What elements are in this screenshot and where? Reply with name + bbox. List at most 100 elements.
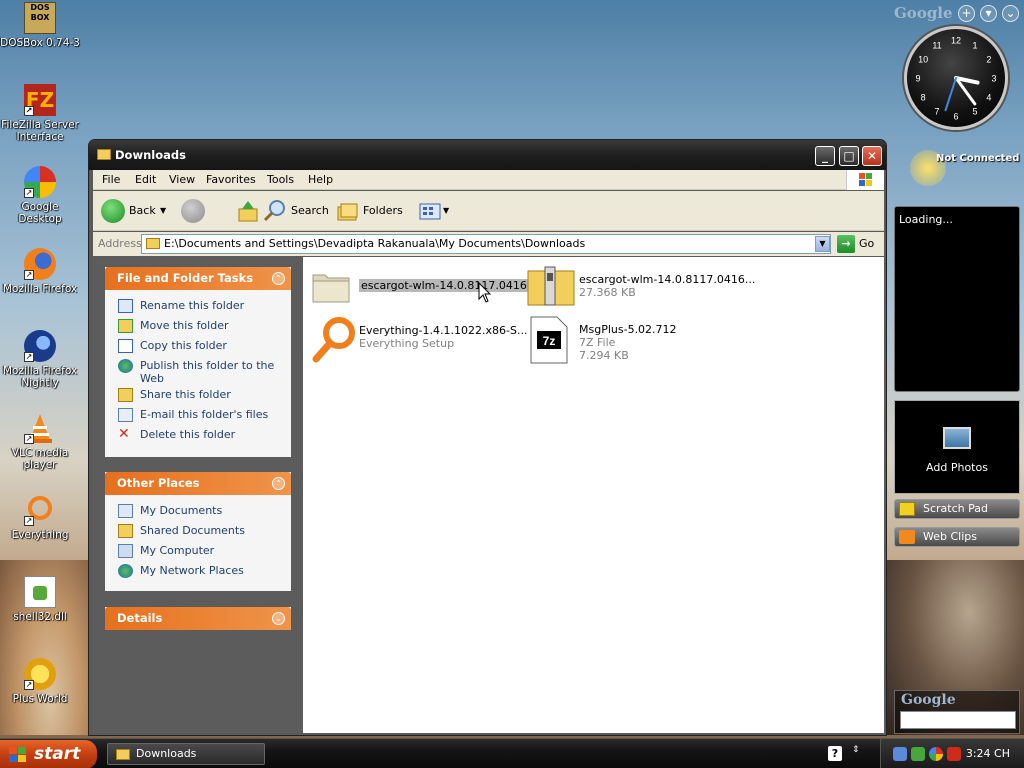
title-bar[interactable]: Downloads _ □ ✕ [89, 140, 886, 170]
minimize-button[interactable]: _ [815, 146, 835, 166]
collapse-chevron-icon[interactable]: ⌃ [272, 272, 285, 285]
computer-icon [118, 544, 133, 558]
menu-tools[interactable]: Tools [267, 173, 294, 186]
desktop-icon-plus-world[interactable]: ↗ Plus World [0, 658, 80, 705]
views-dropdown-icon[interactable]: ▼ [443, 199, 449, 223]
address-bar: Address E:\Documents and Settings\Devadi… [93, 232, 884, 256]
maximize-button[interactable]: □ [839, 146, 859, 166]
copy-icon [118, 339, 133, 353]
clock-numeral: 11 [932, 41, 941, 51]
desktop-icon-firefox[interactable]: ↗ Mozilla Firefox [0, 248, 80, 295]
security-shield-tray-icon[interactable] [947, 747, 961, 761]
globe-icon [118, 359, 133, 373]
up-folder-icon[interactable] [237, 199, 259, 223]
place-my-documents[interactable]: My Documents [117, 501, 291, 521]
file-folder-tasks-header[interactable]: File and Folder Tasks ⌃ [105, 267, 291, 290]
address-label: Address [98, 237, 142, 250]
google-desktop-tray-icon[interactable] [929, 747, 943, 761]
task-pane: File and Folder Tasks ⌃ Rename this fold… [93, 257, 303, 733]
address-path: E:\Documents and Settings\Devadipta Raka… [164, 237, 586, 250]
toolbar: Back ▼ Search Folders ▼ [93, 191, 884, 231]
folder-icon [116, 749, 130, 760]
desktop-icon-filezilla[interactable]: FZ ↗ FileZilla Server Interface [0, 84, 80, 143]
folders-icon[interactable] [337, 199, 359, 223]
collapse-chevron-icon[interactable]: ⌃ [272, 477, 285, 490]
web-clips-button[interactable]: Web Clips [894, 527, 1020, 547]
move-icon [118, 319, 133, 333]
safely-remove-tray-icon[interactable] [911, 747, 925, 761]
place-my-computer[interactable]: My Computer [117, 541, 291, 561]
file-name: escargot-wlm-14.0.8117.0416... [359, 279, 540, 292]
menu-edit[interactable]: Edit [135, 173, 156, 186]
sidebar-menu-button[interactable]: ▾ [980, 5, 997, 22]
task-email-files[interactable]: E-mail this folder's files [117, 405, 291, 425]
add-gadget-button[interactable]: + [958, 5, 975, 22]
desktop-icon-everything[interactable]: ↗ Everything [0, 494, 80, 541]
go-button[interactable]: → Go [837, 235, 874, 253]
task-copy-folder[interactable]: Copy this folder [117, 336, 291, 356]
forward-arrow-icon[interactable] [181, 199, 205, 223]
search-button[interactable]: Search [291, 199, 329, 223]
mouse-cursor-icon [478, 282, 492, 303]
clock-numeral: 7 [934, 106, 939, 116]
back-dropdown-icon[interactable]: ▼ [160, 199, 166, 223]
back-button[interactable]: Back [129, 199, 156, 223]
tray-expand-icon[interactable]: ⇕ [852, 745, 860, 755]
expand-chevron-icon[interactable]: ⌄ [272, 612, 285, 625]
file-type: 7Z File [579, 336, 616, 349]
menu-view[interactable]: View [169, 173, 195, 186]
views-icon[interactable] [419, 199, 441, 223]
place-my-network[interactable]: My Network Places [117, 561, 291, 581]
address-input[interactable]: E:\Documents and Settings\Devadipta Raka… [141, 234, 831, 254]
back-arrow-icon[interactable] [101, 199, 125, 223]
desktop-icon-shell32[interactable]: shell32.dll [0, 576, 80, 623]
start-button[interactable]: start [0, 740, 97, 768]
photos-gadget[interactable]: Add Photos [894, 400, 1020, 494]
clock-numeral: 2 [986, 55, 991, 65]
menu-help[interactable]: Help [308, 173, 333, 186]
vlc-icon: ↗ [24, 412, 56, 444]
clock-numeral: 10 [918, 55, 928, 65]
details-header[interactable]: Details ⌄ [105, 607, 291, 630]
everything-icon: ↗ [24, 494, 56, 526]
menu-file[interactable]: File [102, 173, 120, 186]
taskbar-clock[interactable]: 3:24 CH [966, 747, 1010, 760]
menu-favorites[interactable]: Favorites [206, 173, 256, 186]
close-button[interactable]: ✕ [862, 146, 882, 166]
folder-icon [312, 274, 350, 303]
desktop-icon-google-desktop[interactable]: ↗ Google Desktop [0, 166, 80, 225]
clock-face: 123456789101112 [915, 36, 996, 122]
folder-icon [118, 524, 133, 538]
task-rename-folder[interactable]: Rename this folder [117, 296, 291, 316]
address-dropdown-icon[interactable]: ▼ [815, 236, 830, 252]
other-places-header[interactable]: Other Places ⌃ [105, 472, 291, 495]
clock-gadget: 1 2 3 4 5 6 7 8 9 10 11 12 [904, 26, 1008, 130]
desktop-icon-dosbox[interactable]: DOS BOX DOSBox 0.74-3 [0, 2, 80, 49]
help-icon[interactable]: ? [828, 746, 842, 761]
network-tray-icon[interactable] [893, 747, 907, 761]
file-item[interactable]: 7z MsgPlus-5.02.712 7Z File 7.294 KB [527, 315, 757, 365]
7z-file-icon: 7z [530, 316, 568, 364]
folders-button[interactable]: Folders [363, 199, 403, 223]
share-icon [118, 388, 133, 402]
task-move-folder[interactable]: Move this folder [117, 316, 291, 336]
windows-logo-icon [846, 170, 884, 190]
sidebar-collapse-button[interactable]: ⌄ [1002, 5, 1019, 22]
file-item[interactable]: escargot-wlm-14.0.8117.0416... 27.368 KB [527, 265, 757, 309]
task-share-folder[interactable]: Share this folder [117, 385, 291, 405]
file-item[interactable]: Everything-1.4.1.1022.x86-S... Everythin… [311, 315, 527, 365]
google-search-input[interactable] [900, 711, 1016, 729]
firefox-icon: ↗ [24, 248, 56, 280]
taskbar-item-downloads[interactable]: Downloads [107, 743, 265, 765]
task-publish-folder[interactable]: Publish this folder to the Web [117, 356, 291, 385]
task-delete-folder[interactable]: ✕ Delete this folder [117, 425, 291, 445]
desktop-icon-firefox-nightly[interactable]: ↗ Mozilla Firefox Nightly [0, 330, 80, 389]
rss-icon [899, 530, 915, 544]
place-shared-documents[interactable]: Shared Documents [117, 521, 291, 541]
photo-icon [943, 427, 971, 449]
google-search-logo: Google [901, 692, 956, 708]
scratch-pad-button[interactable]: Scratch Pad [894, 499, 1020, 519]
folder-icon [97, 149, 111, 160]
search-icon[interactable] [263, 199, 285, 223]
desktop-icon-vlc[interactable]: ↗ VLC media player [0, 412, 80, 471]
